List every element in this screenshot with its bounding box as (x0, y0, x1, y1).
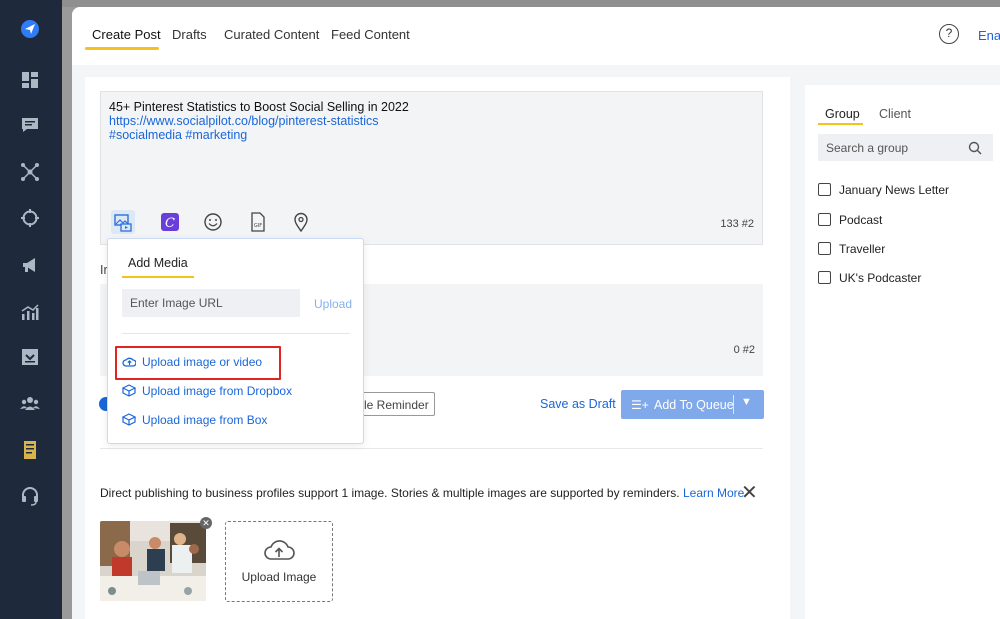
tab-group[interactable]: Group (825, 107, 860, 121)
group-label: Podcast (839, 213, 883, 227)
learn-more-link[interactable]: Learn More (683, 486, 744, 500)
megaphone-icon[interactable] (17, 252, 43, 278)
chevron-down-icon[interactable]: ▼ (741, 396, 752, 408)
emoji-icon[interactable] (201, 210, 225, 234)
group-label: Traveller (839, 242, 886, 256)
group-label: January News Letter (839, 183, 950, 197)
dropbox-icon (121, 384, 137, 397)
svg-text:C: C (165, 216, 175, 231)
hashtag-count: #2 (742, 344, 755, 356)
analytics-icon[interactable] (17, 299, 43, 325)
option-label: Upload image from Dropbox (142, 384, 293, 398)
post-text-line[interactable]: 45+ Pinterest Statistics to Boost Social… (109, 100, 409, 114)
highlight-box (115, 346, 281, 380)
image-url-input[interactable] (122, 289, 300, 317)
upload-from-box-option[interactable]: Upload image from Box (121, 413, 268, 427)
url-upload-button[interactable]: Upload (314, 297, 352, 311)
gif-icon[interactable]: GIF (246, 210, 270, 234)
tab-bar: Create Post Drafts Curated Content Feed … (72, 7, 1000, 65)
checkbox[interactable] (818, 213, 831, 226)
active-tab-indicator (85, 47, 159, 50)
dashboard-icon[interactable] (17, 67, 43, 93)
character-count: 133 #2 (720, 218, 754, 230)
main-window: Create Post Drafts Curated Content Feed … (72, 7, 1000, 619)
char-count-value: 0 (733, 344, 740, 356)
upload-from-dropbox-option[interactable]: Upload image from Dropbox (121, 384, 293, 398)
enable-link[interactable]: Enal (978, 28, 1000, 43)
tab-drafts[interactable]: Drafts (172, 27, 207, 42)
remove-image-icon[interactable]: ✕ (200, 517, 212, 529)
queue-icon: ☰+ (631, 398, 649, 412)
divider (100, 448, 763, 449)
upload-image-label: Upload Image (241, 570, 317, 584)
team-icon[interactable] (17, 391, 43, 417)
upload-image-box[interactable]: Upload Image (225, 521, 333, 602)
search-icon[interactable] (968, 141, 982, 155)
messages-icon[interactable] (17, 112, 43, 138)
group-search-input[interactable] (818, 134, 993, 161)
box-icon (121, 413, 137, 426)
tab-client[interactable]: Client (879, 107, 911, 121)
tab-curated-content[interactable]: Curated Content (224, 27, 319, 42)
location-icon[interactable] (289, 210, 313, 234)
top-strip (0, 0, 1000, 7)
canva-icon[interactable]: C (158, 210, 182, 234)
target-icon[interactable] (17, 205, 43, 231)
group-row[interactable]: Traveller (818, 242, 885, 256)
checkbox[interactable] (818, 242, 831, 255)
option-label: Upload image from Box (142, 413, 268, 427)
button-separator (733, 395, 734, 414)
post-link[interactable]: https://www.socialpilot.co/blog/pinteres… (109, 114, 379, 128)
publishing-notice: Direct publishing to business profiles s… (100, 486, 744, 500)
char-count-value: 133 (720, 218, 739, 230)
group-panel: Group Client January News Letter Podcast… (805, 85, 1000, 619)
add-to-queue-button[interactable]: ☰+ Add To Queue ▼ (621, 390, 764, 419)
uploaded-image-thumbnail[interactable] (100, 521, 206, 601)
inbox-icon[interactable] (17, 344, 43, 370)
add-media-tab-indicator (122, 276, 194, 278)
group-row[interactable]: UK's Podcaster (818, 271, 921, 285)
checkbox[interactable] (818, 183, 831, 196)
post-composer[interactable]: 45+ Pinterest Statistics to Boost Social… (100, 91, 763, 245)
group-label: UK's Podcaster (839, 271, 922, 285)
reminder-button[interactable]: le Reminder (355, 392, 435, 416)
add-to-queue-label: Add To Queue (654, 398, 734, 412)
save-as-draft-link[interactable]: Save as Draft (540, 397, 616, 411)
add-media-popup: Add Media Upload Upload image or video U… (107, 238, 364, 444)
tab-feed-content[interactable]: Feed Content (331, 27, 410, 42)
divider (122, 333, 350, 334)
notice-text: Direct publishing to business profiles s… (100, 486, 680, 500)
post-hashtags[interactable]: #socialmedia #marketing (109, 128, 247, 142)
close-icon[interactable]: ✕ (741, 483, 758, 503)
support-headset-icon[interactable] (17, 483, 43, 509)
media-icon[interactable] (111, 210, 135, 234)
svg-text:GIF: GIF (254, 223, 262, 229)
add-media-tab[interactable]: Add Media (128, 256, 188, 270)
help-icon[interactable]: ? (939, 24, 959, 44)
group-row[interactable]: Podcast (818, 213, 882, 227)
hashtag-count: #2 (741, 218, 754, 230)
side-tab-indicator (818, 123, 863, 125)
cloud-upload-icon (264, 540, 295, 560)
checkbox[interactable] (818, 271, 831, 284)
logo-icon[interactable] (17, 16, 43, 42)
network-icon[interactable] (17, 159, 43, 185)
content-library-icon[interactable] (17, 437, 43, 463)
group-row[interactable]: January News Letter (818, 183, 949, 197)
left-sidebar (0, 0, 62, 619)
tab-create-post[interactable]: Create Post (92, 27, 161, 42)
character-count: 0 #2 (734, 344, 755, 356)
